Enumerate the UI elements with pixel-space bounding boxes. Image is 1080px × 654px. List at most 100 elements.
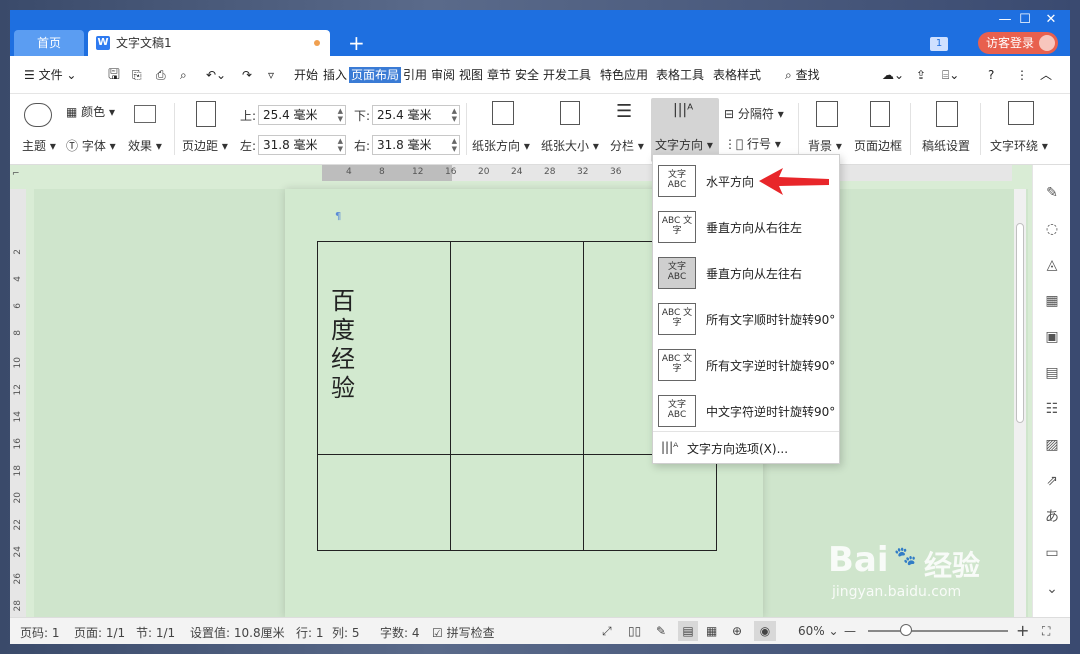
setting-value[interactable]: 设置值: 10.8厘米 xyxy=(190,624,285,641)
tab-document[interactable]: W 文字文稿1 xyxy=(88,30,330,56)
cell-text[interactable]: 百度经验 xyxy=(331,287,361,403)
customize-icon[interactable]: ▿ xyxy=(268,67,274,83)
table-cell[interactable] xyxy=(450,241,584,455)
chart-icon[interactable]: ▤ xyxy=(1044,365,1060,381)
orientation-button[interactable]: 纸张方向 ▾ xyxy=(472,137,530,154)
shapes-icon[interactable]: ◌ xyxy=(1044,221,1060,237)
menu-item-rotate-counterclockwise[interactable]: ABC 文字 所有文字逆时针旋转90° xyxy=(653,343,839,387)
image-icon[interactable]: ▨ xyxy=(1044,437,1060,453)
more-icon[interactable]: ⋮ xyxy=(1016,67,1028,83)
table-cell[interactable] xyxy=(317,454,451,551)
font-button[interactable]: Ⓣ 字体 ▾ xyxy=(66,137,116,154)
menu-tab-features[interactable]: 特色应用 xyxy=(600,67,648,83)
spinner-icon[interactable]: ▲ ▼ xyxy=(452,137,457,153)
read-mode-icon[interactable]: ▯▯ xyxy=(628,624,641,638)
menu-tab-review[interactable]: 审阅 xyxy=(431,67,455,83)
menu-item-rotate-clockwise[interactable]: ABC 文字 所有文字顺时针旋转90° xyxy=(653,297,839,341)
margin-button[interactable]: 页边距 ▾ xyxy=(182,137,228,154)
section-count[interactable]: 节: 1/1 xyxy=(136,624,175,641)
page-count[interactable]: 页面: 1/1 xyxy=(74,624,125,641)
paper-size-button[interactable]: 纸张大小 ▾ xyxy=(541,137,599,154)
bottom-margin-input[interactable]: 25.4 毫米 ▲ ▼ xyxy=(372,105,460,125)
menu-tab-table-tools[interactable]: 表格工具 xyxy=(656,67,704,83)
word-count[interactable]: 字数: 4 xyxy=(380,624,420,641)
zoom-in-icon[interactable]: + xyxy=(1016,621,1029,640)
menu-tab-developer[interactable]: 开发工具 xyxy=(543,67,591,83)
text-direction-options[interactable]: |||ᴬ 文字方向选项(X)... xyxy=(653,431,839,463)
share-icon[interactable]: ⇪ xyxy=(916,67,926,83)
grid-icon[interactable]: ▣ xyxy=(1044,329,1060,345)
menu-file[interactable]: ☰ 文件 ⌄ xyxy=(24,67,76,83)
close-icon[interactable]: ✕ xyxy=(1038,10,1064,30)
color-button[interactable]: ▦ 颜色 ▾ xyxy=(66,103,115,120)
left-margin-input[interactable]: 31.8 毫米 ▲ ▼ xyxy=(258,135,346,155)
theme-button[interactable]: 主题 ▾ xyxy=(22,137,56,154)
settings-sliders-icon[interactable]: ☷ xyxy=(1044,401,1060,417)
guest-login-button[interactable]: 访客登录 xyxy=(978,32,1058,54)
eye-protection-icon[interactable]: ◉ xyxy=(754,621,776,641)
search-button[interactable]: ⌕ 查找 xyxy=(785,67,820,83)
zoom-level[interactable]: 60% ⌄ xyxy=(798,624,839,638)
menu-tab-reference[interactable]: 引用 xyxy=(403,67,427,83)
table-cell[interactable] xyxy=(583,454,717,551)
manuscript-button[interactable]: 稿纸设置 xyxy=(922,137,970,154)
print-icon[interactable]: ⎙ xyxy=(156,67,166,83)
menu-tab-table-style[interactable]: 表格样式 xyxy=(713,67,761,83)
edit-mode-icon[interactable]: ✎ xyxy=(656,624,666,638)
menu-tab-security[interactable]: 安全 xyxy=(515,67,539,83)
effect-button[interactable]: 效果 ▾ xyxy=(128,137,162,154)
collapse-ribbon-icon[interactable]: ︿ xyxy=(1040,67,1052,83)
menu-tab-insert[interactable]: 插入 xyxy=(323,67,347,83)
separator-button[interactable]: ⊟ 分隔符 ▾ xyxy=(724,105,784,122)
zoom-slider[interactable] xyxy=(868,630,1008,632)
menu-item-vertical-rtl[interactable]: ABC 文字 垂直方向从右往左 xyxy=(653,205,839,249)
menu-tab-start[interactable]: 开始 xyxy=(294,67,318,83)
menu-item-cjk-rotate[interactable]: 文字 ABC 中文字符逆时针旋转90° xyxy=(653,389,839,433)
tab-home[interactable]: 首页 xyxy=(14,30,84,56)
line-number-button[interactable]: ⋮⃞ 行号 ▾ xyxy=(724,135,781,152)
right-margin-input[interactable]: 31.8 毫米 ▲ ▼ xyxy=(372,135,460,155)
background-button[interactable]: 背景 ▾ xyxy=(808,137,842,154)
page-border-button[interactable]: 页面边框 xyxy=(854,137,902,154)
style-icon[interactable]: ◬ xyxy=(1044,257,1060,273)
add-tab-button[interactable]: + xyxy=(348,32,365,54)
zoom-slider-handle[interactable] xyxy=(900,624,912,636)
menu-tab-view[interactable]: 视图 xyxy=(459,67,483,83)
spinner-icon[interactable]: ▲ ▼ xyxy=(338,137,343,153)
menu-item-vertical-ltr[interactable]: 文字 ABC 垂直方向从左往右 xyxy=(653,251,839,295)
pen-icon[interactable]: ✎ xyxy=(1044,185,1060,201)
menu-tab-page-layout[interactable]: 页面布局 xyxy=(349,67,402,83)
spell-check-button[interactable]: ☑ 拼写检查 xyxy=(432,624,495,641)
table-cell[interactable] xyxy=(450,454,584,551)
cloud-icon[interactable]: ☁⌄ xyxy=(882,67,904,83)
page-code[interactable]: 页码: 1 xyxy=(20,624,60,641)
zoom-out-icon[interactable]: — xyxy=(844,624,856,638)
undo-icon[interactable]: ↶⌄ xyxy=(206,67,226,83)
redo-icon[interactable]: ↷ xyxy=(242,67,252,83)
tab-stop-icon[interactable]: ⌐ xyxy=(12,169,20,179)
top-margin-input[interactable]: 25.4 毫米 ▲ ▼ xyxy=(258,105,346,125)
web-view-icon[interactable]: ⊕ xyxy=(732,624,742,638)
maximize-icon[interactable]: ☐ xyxy=(1012,10,1038,30)
format-painter-icon[interactable]: ⎘ xyxy=(132,67,142,83)
spinner-icon[interactable]: ▲ ▼ xyxy=(452,107,457,123)
scroll-down-icon[interactable]: ⌄ xyxy=(1044,581,1060,597)
window-count-badge[interactable]: 1 xyxy=(930,37,948,51)
page-view-icon[interactable]: ▤ xyxy=(678,621,698,641)
fullscreen-icon[interactable]: ⤢ xyxy=(602,624,612,639)
text-wrap-button[interactable]: 文字环绕 ▾ xyxy=(990,137,1048,154)
table-icon[interactable]: ▦ xyxy=(1044,293,1060,309)
outline-view-icon[interactable]: ▦ xyxy=(706,624,717,638)
export-icon[interactable]: ⇗ xyxy=(1044,473,1060,489)
print-preview-icon[interactable]: ⌕ xyxy=(180,67,187,83)
scrollbar-thumb[interactable] xyxy=(1016,223,1024,423)
translate-icon[interactable]: あ xyxy=(1044,509,1060,525)
row-number[interactable]: 行: 1 xyxy=(296,624,324,641)
text-direction-button[interactable]: |||ᴬ 文字方向 ▾ xyxy=(651,98,719,162)
spinner-icon[interactable]: ▲ ▼ xyxy=(338,107,343,123)
fit-window-icon[interactable]: ⛶ xyxy=(1042,624,1050,639)
help-icon[interactable]: ? xyxy=(988,67,994,83)
left-ruler[interactable]: 24681012141618202224262830 xyxy=(10,189,26,638)
columns-button[interactable]: 分栏 ▾ xyxy=(610,137,644,154)
collaborate-icon[interactable]: ⌸⌄ xyxy=(942,67,959,83)
